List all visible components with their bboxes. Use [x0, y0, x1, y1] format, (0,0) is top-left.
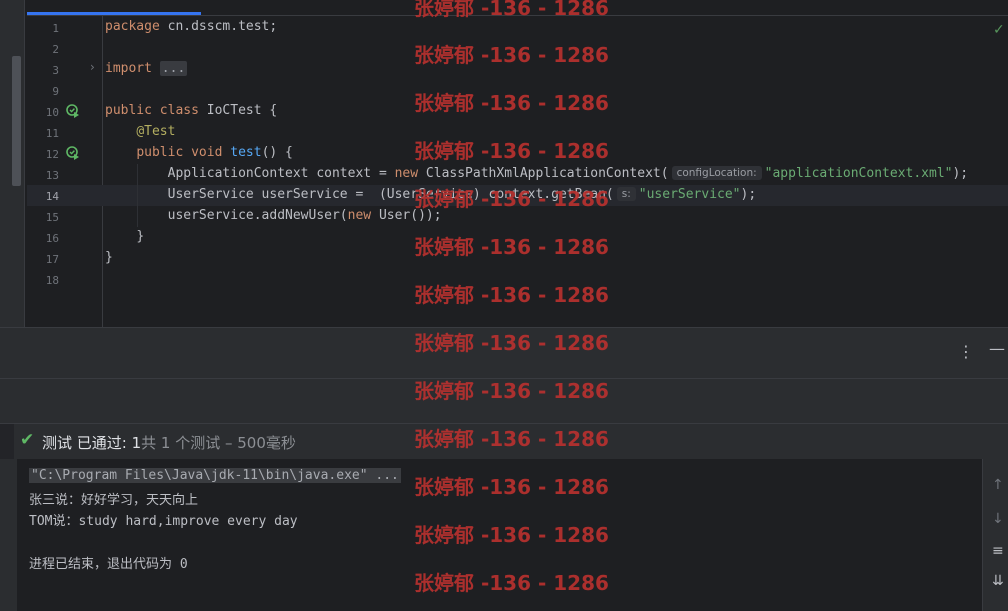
- code-line: 9: [27, 80, 1008, 101]
- line-number: 2: [52, 43, 59, 56]
- console-line: "C:\Program Files\Java\jdk-11\bin\java.e…: [29, 468, 401, 483]
- code-text: UserService userService = (UserService) …: [167, 187, 757, 202]
- arrow-up-icon[interactable]: ↑: [992, 477, 1004, 493]
- code-text: ApplicationContext context = new ClassPa…: [167, 166, 969, 181]
- line-number: 16: [45, 232, 59, 245]
- code-line: 16 }: [27, 227, 1008, 248]
- code-text: }: [105, 250, 113, 265]
- run-gutter-icon[interactable]: [66, 104, 80, 118]
- code-text: }: [136, 229, 145, 244]
- line-number: 14: [45, 190, 59, 203]
- test-summary: 共 1 个测试 – 500毫秒: [141, 434, 296, 452]
- code-text: package cn.dsscm.test;: [105, 19, 278, 34]
- code-line: 17 }: [27, 248, 1008, 269]
- tool-window-header: ⋮ —: [0, 327, 1008, 379]
- line-number: 13: [45, 169, 59, 182]
- test-passed-label: 测试 已通过: 1: [42, 434, 142, 452]
- import-keyword: import: [105, 61, 160, 76]
- run-console[interactable]: "C:\Program Files\Java\jdk-11\bin\java.e…: [0, 459, 1008, 611]
- code-line: 2: [27, 38, 1008, 59]
- tab-divider: [27, 15, 1008, 16]
- soft-wrap-icon[interactable]: ≡: [992, 543, 1004, 559]
- editor-left-strip: [0, 0, 25, 327]
- code-line: 18: [27, 269, 1008, 290]
- fold-arrow-icon[interactable]: ›: [90, 60, 95, 74]
- line-number: 17: [45, 253, 59, 266]
- console-line: 进程已结束，退出代码为 0: [29, 557, 188, 572]
- check-icon: ✔: [20, 430, 35, 450]
- line-number: 12: [45, 148, 59, 161]
- tool-window-toolbar: [0, 379, 1008, 423]
- code-editor[interactable]: ✓ 1 package cn.dsscm.test; 2 3 › import …: [0, 0, 1008, 327]
- line-number: 11: [45, 127, 59, 140]
- code-line: 12 public void test() {: [27, 143, 1008, 164]
- test-result-text: 测试 已通过: 1共 1 个测试 – 500毫秒: [42, 432, 296, 453]
- parameter-hint: s:: [616, 187, 636, 201]
- folded-imports[interactable]: ...: [159, 61, 188, 76]
- scroll-to-end-icon[interactable]: ⇊: [992, 573, 1004, 589]
- line-number: 9: [52, 85, 59, 98]
- run-gutter-icon[interactable]: [66, 146, 80, 160]
- arrow-down-icon[interactable]: ↓: [992, 511, 1004, 527]
- status-left-strip: [0, 424, 14, 460]
- line-number: 3: [52, 64, 59, 77]
- minimize-icon[interactable]: —: [989, 339, 1005, 358]
- code-line: 1 package cn.dsscm.test;: [27, 17, 1008, 38]
- line-number: 10: [45, 106, 59, 119]
- code-text: userService.addNewUser(new User());: [167, 208, 442, 223]
- code-text: public class IoCTest {: [105, 103, 278, 118]
- code-text: import ...: [105, 61, 188, 76]
- command-line[interactable]: "C:\Program Files\Java\jdk-11\bin\java.e…: [29, 468, 401, 483]
- code-text: @Test: [136, 124, 176, 139]
- line-number: 15: [45, 211, 59, 224]
- code-line-current: 14 UserService userService = (UserServic…: [27, 185, 1008, 206]
- line-number: 18: [45, 274, 59, 287]
- code-line: 10 public class IoCTest {: [27, 101, 1008, 122]
- code-line: 11 @Test: [27, 122, 1008, 143]
- structure-scroll-thumb[interactable]: [12, 56, 21, 186]
- code-line: 3 › import ...: [27, 59, 1008, 80]
- parameter-hint: configLocation:: [671, 166, 762, 180]
- console-line: TOM说：study hard,improve every day: [29, 514, 298, 529]
- console-line: 张三说：好好学习，天天向上: [29, 493, 199, 508]
- test-status-bar: ✔ 测试 已通过: 1共 1 个测试 – 500毫秒: [0, 423, 1008, 460]
- code-line: 13 ApplicationContext context = new Clas…: [27, 164, 1008, 185]
- more-vertical-icon[interactable]: ⋮: [958, 342, 974, 361]
- code-text: public void test() {: [136, 145, 293, 160]
- console-left-strip: [0, 459, 17, 611]
- code-line: 15 userService.addNewUser(new User());: [27, 206, 1008, 227]
- line-number: 1: [52, 22, 59, 35]
